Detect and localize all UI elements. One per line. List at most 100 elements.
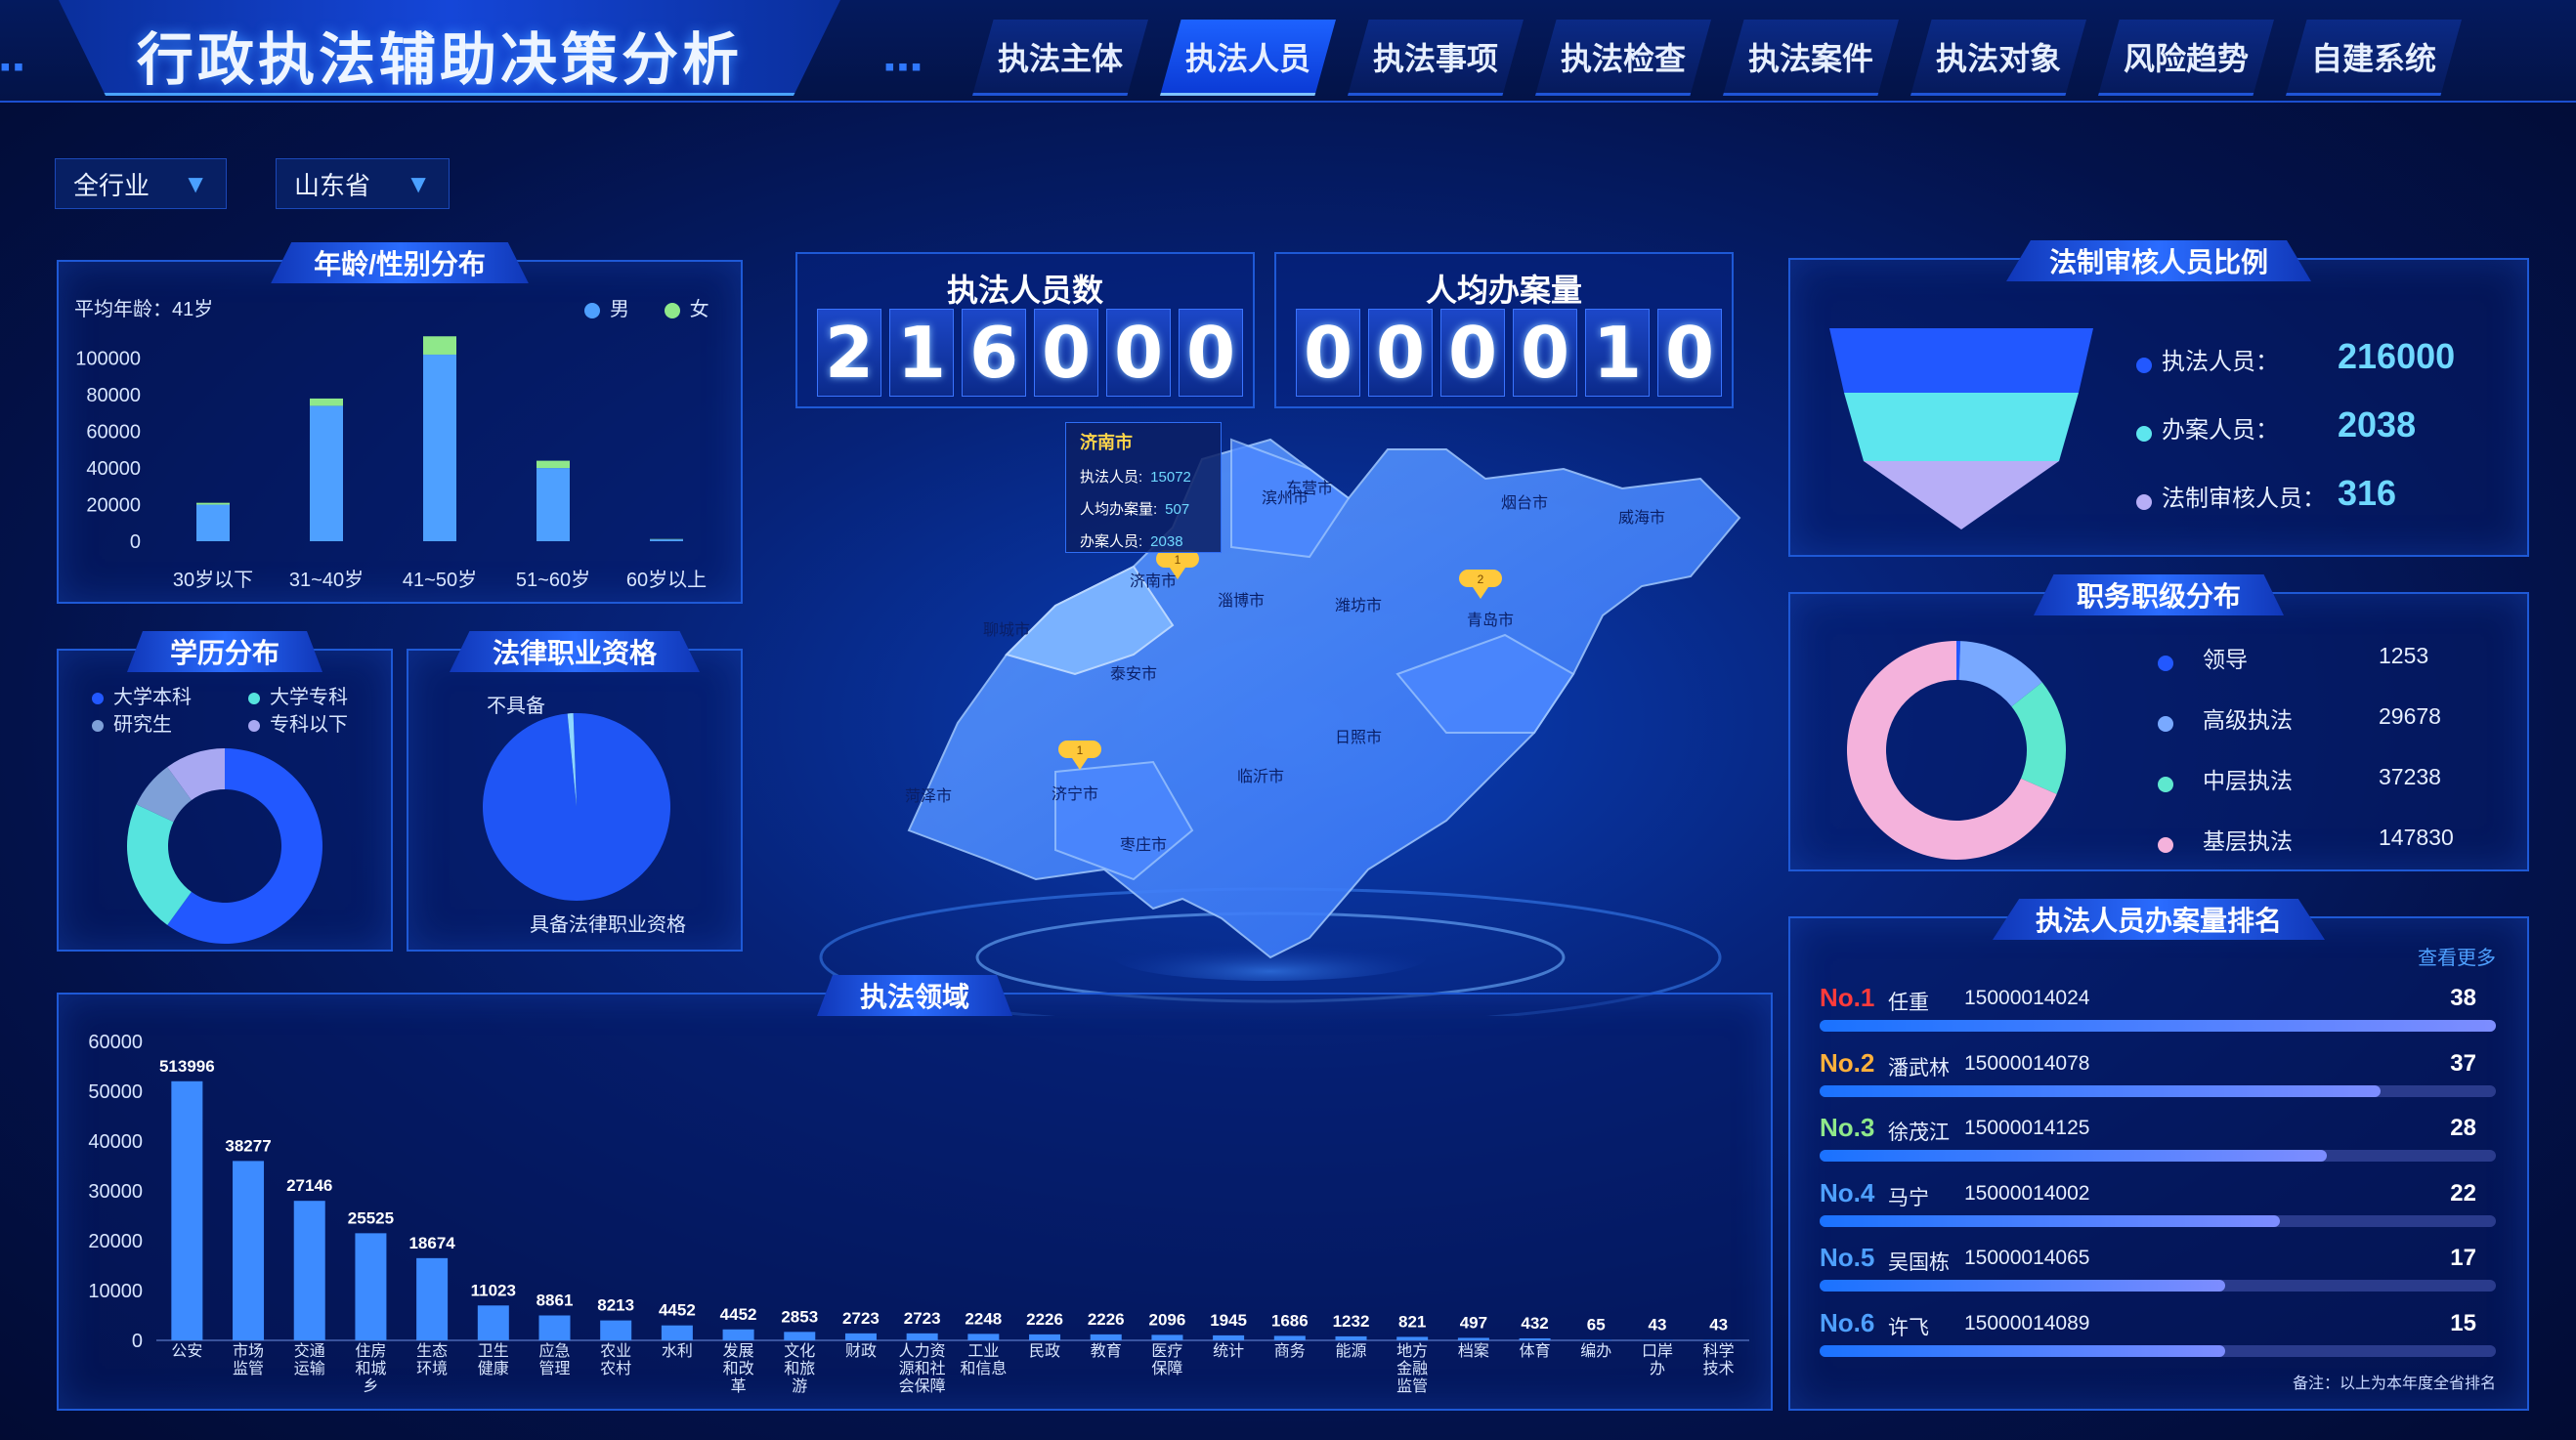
rank-progress-track <box>1820 1214 2496 1227</box>
ranking-row[interactable]: No.4 马宁 15000014002 22 <box>1820 1178 2498 1243</box>
enforcement-domain-chart: 0 10000 20000 30000 40000 50000 60000 513996 公安 3… <box>88 1032 1749 1395</box>
bar-value-label: 38277 <box>225 1136 271 1155</box>
map-city-label: 聊城市 <box>983 621 1030 639</box>
map-city-label: 泰安市 <box>1110 665 1157 683</box>
rank-progress-fill <box>1820 1344 2226 1357</box>
case-ranking-panel-title: 执法人员办案量排名 <box>1992 899 2326 940</box>
bar-value-label: 1232 <box>1333 1312 1370 1331</box>
rank-level-label: 领导 <box>2203 647 2248 672</box>
bar-value-label: 497 <box>1460 1313 1487 1332</box>
legend-dot <box>2158 715 2173 732</box>
rank-progress-fill <box>1820 1214 2280 1227</box>
map-city-label: 威海市 <box>1618 509 1665 527</box>
domain-bar <box>477 1305 509 1340</box>
tooltip-city: 济南市 <box>1080 433 1133 452</box>
nav-tab[interactable]: 自建系统 <box>2286 20 2462 96</box>
x-tick-label: 31~40岁 <box>289 569 364 591</box>
rank-person-name: 马宁 <box>1888 1186 1929 1209</box>
ratio-label: 执法人员： <box>2162 349 2279 375</box>
rank-level-label: 中层执法 <box>2203 768 2293 793</box>
nav-tab[interactable]: 执法主体 <box>972 20 1148 96</box>
y-tick-label: 20000 <box>86 495 141 517</box>
nav-tab[interactable]: 执法人员 <box>1160 20 1336 96</box>
rank-level-row: 中层执法 37238 <box>2158 762 2490 801</box>
counter-digit: 2 <box>817 309 881 397</box>
qualification-pie-chart <box>483 713 670 901</box>
bar-value-label: 432 <box>1521 1314 1548 1333</box>
nav-tab[interactable]: 执法检查 <box>1535 20 1711 96</box>
nav-tab[interactable]: 执法对象 <box>1911 20 2086 96</box>
ranking-row[interactable]: No.5 吴国栋 15000014065 17 <box>1820 1243 2498 1307</box>
main-nav: 执法主体 执法人员 执法事项 执法检查 执法案件 执法对象 风险趋势 自建系统 <box>972 20 2462 96</box>
ratio-value: 216000 <box>2338 336 2456 376</box>
industry-select-value: 全行业 <box>73 170 150 200</box>
counter-digit: 0 <box>1440 309 1505 397</box>
y-tick-label: 60000 <box>88 1032 143 1053</box>
x-tick-label: 人力资源和社会保障 <box>899 1342 946 1395</box>
view-more-link[interactable]: 查看更多 <box>2418 942 2496 970</box>
rank-level-row: 高级执法 29678 <box>2158 701 2490 741</box>
tooltip-row: 执法人员: 15072 <box>1080 466 1207 487</box>
rank-level-label: 基层执法 <box>2203 828 2293 854</box>
map-city-label: 潍坊市 <box>1335 597 1382 614</box>
counter-digit: 0 <box>1368 309 1433 397</box>
bar-value-label: 27146 <box>286 1176 332 1195</box>
rank-level-label: 高级执法 <box>2203 707 2293 733</box>
domain-bar <box>784 1332 816 1340</box>
shandong-map[interactable]: 济南市聊城市泰安市淄博市 潍坊市东营市烟台市威海市青岛市日照市临沂市济宁市菏泽市枣… <box>762 410 1779 1016</box>
ranking-row[interactable]: No.2 潘武林 15000014078 37 <box>1820 1048 2498 1113</box>
avg-cases-box: 人均办案量 000010 <box>1274 252 1734 408</box>
map-city-label: 烟台市 <box>1501 494 1548 512</box>
map-city-label: 日照市 <box>1335 729 1382 746</box>
bar-male <box>537 468 570 541</box>
donut-slice <box>483 713 670 901</box>
bar-value-label: 4452 <box>720 1305 757 1324</box>
counter-digit: 1 <box>889 309 954 397</box>
x-tick-label: 民政 <box>1029 1342 1060 1360</box>
bar-value-label: 11023 <box>471 1281 516 1299</box>
ranking-row[interactable]: No.6 许飞 15000014089 15 <box>1820 1308 2498 1373</box>
rank-level-value: 37238 <box>2379 764 2441 789</box>
map-pin-label: 1 <box>1077 743 1084 757</box>
y-tick-label: 30000 <box>88 1181 143 1203</box>
industry-select[interactable]: 全行业 ▼ <box>55 158 227 209</box>
staff-count-box: 执法人员数 216000 <box>795 252 1255 408</box>
bar-value-label: 8213 <box>597 1296 634 1315</box>
counter-digit: 0 <box>1296 309 1360 397</box>
domain-bar <box>233 1161 265 1340</box>
nav-tab[interactable]: 执法案件 <box>1723 20 1899 96</box>
ranking-row[interactable]: No.1 任重 15000014024 38 <box>1820 983 2498 1047</box>
tooltip-row-value: 15072 <box>1150 469 1191 486</box>
domain-bar <box>1580 1339 1612 1340</box>
x-tick-label: 41~50岁 <box>403 569 477 591</box>
bar-male <box>310 405 343 541</box>
domain-bar <box>906 1333 938 1340</box>
legend-dot <box>2158 776 2173 792</box>
nav-tab[interactable]: 风险趋势 <box>2098 20 2274 96</box>
x-tick-label: 应急管理 <box>538 1341 570 1377</box>
x-tick-label: 市场监管 <box>233 1342 264 1377</box>
rank-number: No.3 <box>1820 1113 1875 1142</box>
ratio-label: 法制审核人员： <box>2162 486 2326 512</box>
bar-value-label: 2226 <box>1026 1310 1063 1329</box>
rank-person-id: 15000014125 <box>1964 1117 2090 1139</box>
counter-digit: 0 <box>1179 309 1243 397</box>
map-city-label: 临沂市 <box>1237 768 1284 785</box>
rank-level-row: 领导 1253 <box>2158 641 2490 680</box>
rank-person-id: 15000014024 <box>1964 987 2090 1009</box>
domain-bar <box>1519 1337 1551 1340</box>
province-select[interactable]: 山东省 ▼ <box>276 158 450 209</box>
tooltip-row-value: 507 <box>1165 501 1190 518</box>
y-tick-label: 60000 <box>86 422 141 444</box>
y-tick-label: 40000 <box>86 458 141 480</box>
ranking-row[interactable]: No.3 徐茂江 15000014125 28 <box>1820 1113 2498 1177</box>
map-city-label: 淄博市 <box>1218 592 1265 610</box>
bar-male <box>196 504 230 541</box>
rank-person-id: 15000014002 <box>1964 1181 2090 1205</box>
y-tick-label: 40000 <box>88 1131 143 1153</box>
bar-value-label: 2096 <box>1149 1310 1186 1329</box>
nav-tab[interactable]: 执法事项 <box>1348 20 1524 96</box>
x-tick-label: 编办 <box>1580 1342 1611 1360</box>
domain-bar <box>293 1201 325 1340</box>
education-donut-chart <box>127 748 322 944</box>
